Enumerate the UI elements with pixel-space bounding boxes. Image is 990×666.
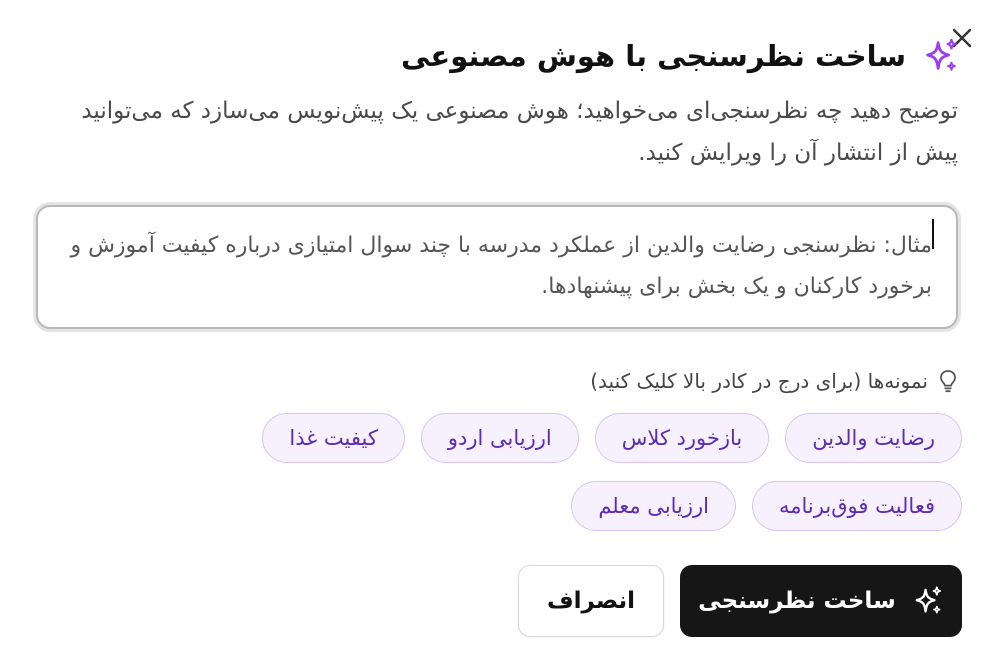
prompt-field-container xyxy=(36,205,958,329)
examples-label: نمونه‌ها (برای درج در کادر بالا کلیک کنی… xyxy=(590,369,928,393)
generate-survey-label: ساخت نظرسنجی xyxy=(698,588,896,614)
example-chip[interactable]: کیفیت غذا xyxy=(262,413,405,463)
example-chip[interactable]: بازخورد کلاس xyxy=(594,413,770,463)
dialog-header: ساخت نظرسنجی با هوش مصنوعی xyxy=(401,32,960,80)
example-chip[interactable]: ارزیابی اردو xyxy=(420,413,579,463)
lightbulb-icon xyxy=(940,370,956,393)
example-chip[interactable]: فعالیت فوق‌برنامه xyxy=(752,481,962,531)
cancel-button[interactable]: انصراف xyxy=(518,565,664,637)
ai-survey-dialog: ساخت نظرسنجی با هوش مصنوعی توضیح دهید چه… xyxy=(0,0,990,666)
survey-prompt-input[interactable] xyxy=(38,207,956,327)
sparkles-icon xyxy=(915,586,941,614)
example-chip[interactable]: ارزیابی معلم xyxy=(571,481,737,531)
examples-hint: نمونه‌ها (برای درج در کادر بالا کلیک کنی… xyxy=(590,364,960,398)
sparkles-icon xyxy=(926,38,957,71)
dialog-title: ساخت نظرسنجی با هوش مصنوعی xyxy=(401,39,906,73)
generate-survey-button[interactable]: ساخت نظرسنجی xyxy=(680,565,962,637)
dialog-description: توضیح دهید چه نظرسنجی‌ای می‌خواهید؛ هوش … xyxy=(81,98,958,166)
text-caret xyxy=(932,219,934,249)
example-chip[interactable]: رضایت والدین xyxy=(785,413,962,463)
example-chips: رضایت والدین بازخورد کلاس ارزیابی اردو ک… xyxy=(242,413,962,531)
